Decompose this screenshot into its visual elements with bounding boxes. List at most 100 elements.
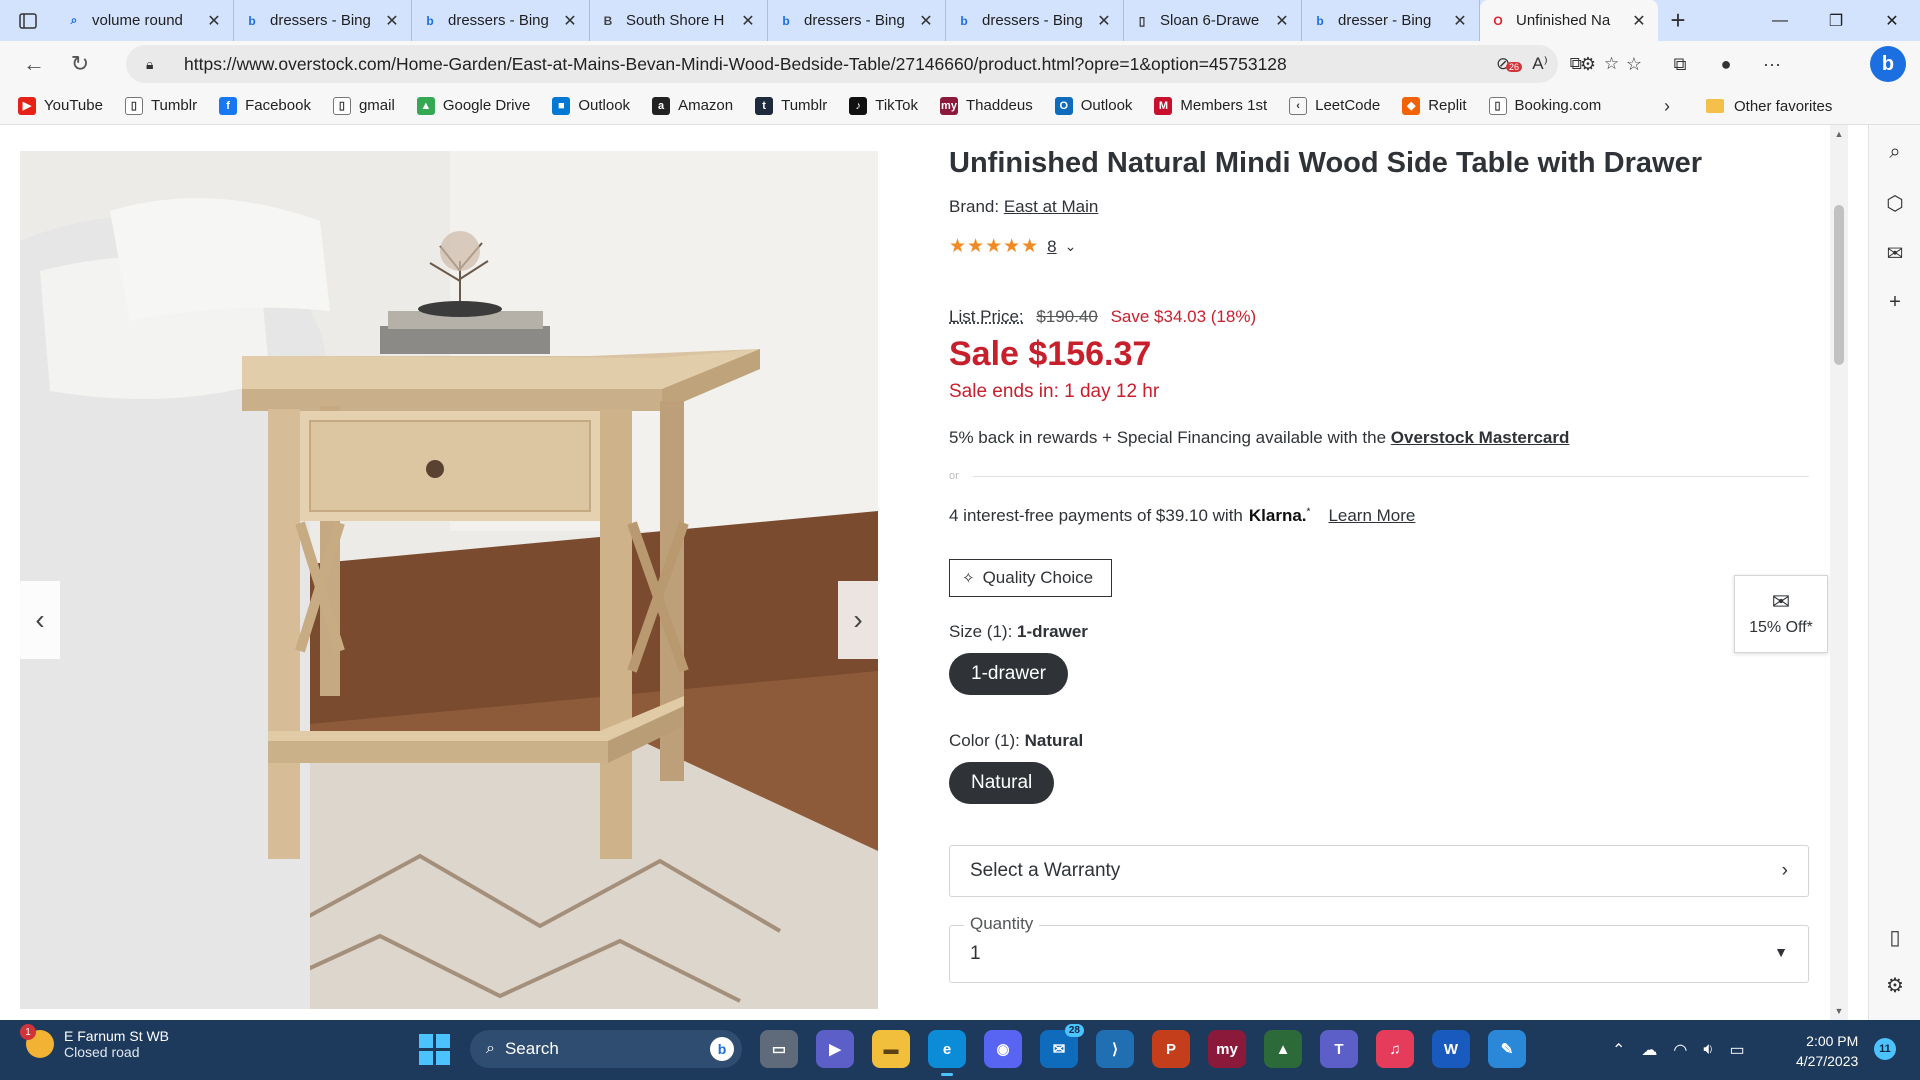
- tab-actions-button[interactable]: [0, 0, 56, 41]
- next-image-button[interactable]: ›: [838, 581, 878, 659]
- favorite-link[interactable]: f Facebook: [219, 96, 311, 115]
- scroll-down-arrow[interactable]: ▼: [1830, 1006, 1848, 1016]
- favorite-link[interactable]: ▯ Tumblr: [124, 96, 197, 115]
- outlook-icon[interactable]: ✉: [1869, 241, 1920, 266]
- favorite-link[interactable]: my Thaddeus: [940, 96, 1033, 115]
- start-button[interactable]: [416, 1031, 452, 1067]
- minimize-button[interactable]: —: [1752, 0, 1808, 41]
- hide-sidebar-icon[interactable]: ▯: [1869, 925, 1920, 950]
- browser-tab[interactable]: b dressers - Bing ✕: [768, 0, 946, 41]
- extensions-icon[interactable]: ⚙︎: [1572, 54, 1604, 75]
- taskbar-clock[interactable]: 2:00 PM 4/27/2023: [1796, 1031, 1858, 1071]
- profile-avatar[interactable]: ●: [1710, 54, 1742, 75]
- other-favorites-folder[interactable]: Other favorites: [1706, 87, 1832, 125]
- favorite-link[interactable]: ▯ Booking.com: [1488, 96, 1601, 115]
- mail-icon[interactable]: ✉ 28: [1040, 1024, 1084, 1068]
- color-option-natural[interactable]: Natural: [949, 762, 1055, 804]
- learn-more-link[interactable]: Learn More: [1328, 506, 1415, 526]
- favorite-link[interactable]: ▲ Google Drive: [416, 96, 530, 115]
- wifi-icon[interactable]: ◠: [1673, 1040, 1687, 1060]
- back-button[interactable]: ←: [12, 41, 56, 87]
- favorite-link[interactable]: ‹ LeetCode: [1289, 96, 1380, 115]
- favorite-link[interactable]: a Amazon: [652, 96, 733, 115]
- favorite-link[interactable]: ▯ gmail: [332, 96, 395, 115]
- powerpoint-icon[interactable]: P: [1152, 1030, 1190, 1068]
- close-tab-icon[interactable]: ✕: [1451, 11, 1469, 31]
- itunes-icon[interactable]: ♫: [1376, 1030, 1414, 1068]
- search-icon[interactable]: ⌕: [1869, 141, 1920, 164]
- close-tab-icon[interactable]: ✕: [205, 11, 223, 31]
- onedrive-icon[interactable]: ☁: [1641, 1040, 1657, 1060]
- review-count-link[interactable]: 8: [1047, 237, 1056, 257]
- favorite-link[interactable]: t Tumblr: [755, 96, 827, 115]
- taskbar-search[interactable]: ⌕ Search b: [470, 1030, 742, 1068]
- browser-tab[interactable]: b dressers - Bing ✕: [946, 0, 1124, 41]
- add-sidebar-app-icon[interactable]: +: [1869, 291, 1920, 314]
- previous-image-button[interactable]: ‹: [20, 581, 60, 659]
- vscode-icon[interactable]: ⟩: [1096, 1030, 1134, 1068]
- tray-overflow-chevron-icon[interactable]: ⌃: [1612, 1040, 1625, 1060]
- close-tab-icon[interactable]: ✕: [383, 11, 401, 31]
- browser-tab[interactable]: ▯ Sloan 6-Drawe ✕: [1124, 0, 1302, 41]
- discord-icon[interactable]: ◉: [984, 1030, 1022, 1068]
- browser-tab[interactable]: B South Shore H ✕: [590, 0, 768, 41]
- battery-icon[interactable]: ▭: [1729, 1040, 1744, 1060]
- brand-link[interactable]: East at Main: [1004, 197, 1099, 216]
- page-scrollbar[interactable]: ▲ ▼: [1830, 125, 1848, 1020]
- select-warranty-button[interactable]: Select a Warranty ›: [949, 845, 1809, 897]
- favorite-link[interactable]: ◆ Replit: [1402, 96, 1467, 115]
- edge-icon[interactable]: e: [928, 1030, 966, 1076]
- close-window-button[interactable]: ✕: [1864, 0, 1920, 41]
- task-view-icon[interactable]: ▭: [760, 1030, 798, 1068]
- new-tab-button[interactable]: +: [1658, 5, 1698, 36]
- discover-icon[interactable]: ⬡: [1869, 191, 1920, 216]
- close-tab-icon[interactable]: ✕: [917, 11, 935, 31]
- word-icon[interactable]: W: [1432, 1030, 1470, 1068]
- mastercard-link[interactable]: Overstock Mastercard: [1391, 428, 1570, 447]
- refresh-button[interactable]: ↻: [58, 41, 102, 87]
- photos-icon[interactable]: ✎: [1488, 1030, 1526, 1068]
- myapp-icon[interactable]: my: [1208, 1030, 1246, 1068]
- favorite-link[interactable]: ■ Outlook: [552, 96, 630, 115]
- browser-tab[interactable]: b dresser - Bing ✕: [1302, 0, 1480, 41]
- tracking-prevention-icon[interactable]: ⊘ 26: [1496, 54, 1523, 74]
- browser-tab[interactable]: b dressers - Bing ✕: [412, 0, 590, 41]
- browser-tab[interactable]: O Unfinished Na ✕: [1480, 0, 1658, 41]
- google-drive-icon[interactable]: ▲: [1264, 1030, 1302, 1068]
- close-tab-icon[interactable]: ✕: [1630, 11, 1648, 31]
- rating-summary[interactable]: ★★★★★ 8 ⌄: [949, 235, 1076, 258]
- collections-icon[interactable]: ⧉: [1664, 54, 1696, 75]
- browser-tab[interactable]: ⌕ volume round ✕: [56, 0, 234, 41]
- browser-tab[interactable]: b dressers - Bing ✕: [234, 0, 412, 41]
- close-tab-icon[interactable]: ✕: [561, 11, 579, 31]
- close-tab-icon[interactable]: ✕: [1273, 11, 1291, 31]
- url-text[interactable]: https://www.overstock.com/Home-Garden/Ea…: [184, 54, 1287, 75]
- favorites-icon[interactable]: ☆: [1618, 54, 1650, 75]
- file-explorer-icon[interactable]: ▬: [872, 1030, 910, 1068]
- read-aloud-icon[interactable]: A⁾: [1532, 54, 1548, 74]
- scroll-up-arrow[interactable]: ▲: [1830, 129, 1848, 139]
- favorite-link[interactable]: M Members 1st: [1154, 96, 1267, 115]
- teams-icon[interactable]: T: [1320, 1030, 1358, 1068]
- close-tab-icon[interactable]: ✕: [1095, 11, 1113, 31]
- address-bar[interactable]: 🔒︎ https://www.overstock.com/Home-Garden…: [126, 45, 1619, 83]
- weather-widget[interactable]: 1 E Farnum St WB Closed road: [20, 1024, 169, 1060]
- chevron-down-icon[interactable]: ⌄: [1065, 238, 1077, 255]
- settings-gear-icon[interactable]: ⚙︎: [1869, 973, 1920, 998]
- size-option-1-drawer[interactable]: 1-drawer: [949, 653, 1068, 695]
- quantity-select[interactable]: Quantity 1 ▼: [949, 914, 1809, 983]
- close-tab-icon[interactable]: ✕: [739, 11, 757, 31]
- favorite-link[interactable]: O Outlook: [1054, 96, 1132, 115]
- bing-copilot-button[interactable]: b: [1870, 46, 1906, 82]
- scrollbar-thumb[interactable]: [1834, 205, 1844, 365]
- notification-badge[interactable]: 11: [1874, 1038, 1896, 1060]
- favorite-link[interactable]: ♪ TikTok: [849, 96, 918, 115]
- restore-button[interactable]: ❐: [1808, 0, 1864, 41]
- volume-icon[interactable]: 🔉︎: [1703, 1041, 1713, 1059]
- product-image[interactable]: ‹ ›: [20, 151, 878, 1009]
- list-price-label[interactable]: List Price:: [949, 307, 1024, 326]
- email-offer-button[interactable]: ✉ 15% Off*: [1734, 575, 1828, 653]
- more-options-icon[interactable]: ···: [1756, 54, 1788, 75]
- teams-chat-icon[interactable]: ▶: [816, 1030, 854, 1068]
- favorite-link[interactable]: ▶ YouTube: [18, 96, 103, 115]
